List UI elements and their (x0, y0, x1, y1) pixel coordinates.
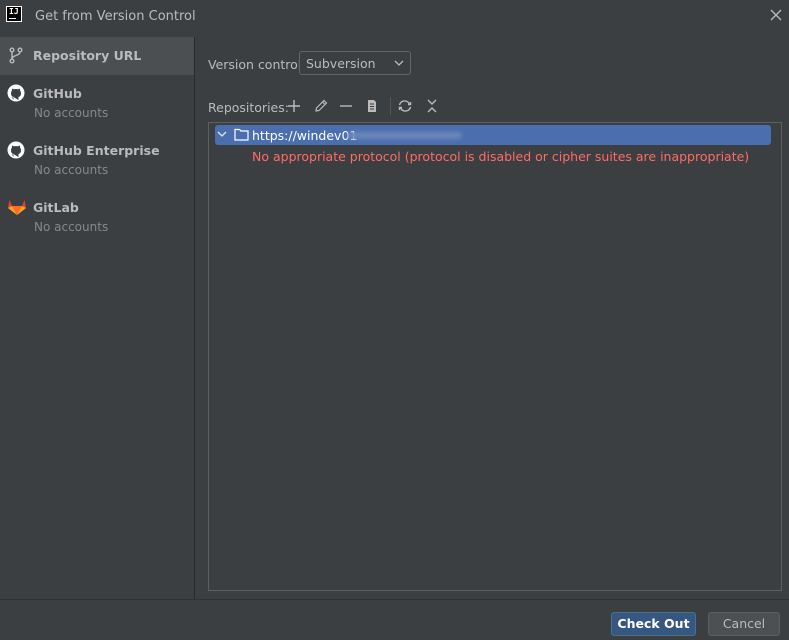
title-bar: IJ Get from Version Control (0, 0, 789, 34)
tree-row[interactable]: https://windev01 (215, 125, 771, 145)
edit-button[interactable] (312, 97, 330, 115)
check-out-button[interactable]: Check Out (611, 612, 696, 636)
folder-icon (234, 128, 249, 141)
sidebar-item-label: Repository URL (33, 48, 142, 63)
chevron-down-icon[interactable] (217, 129, 227, 139)
close-icon (770, 9, 782, 21)
gitlab-icon (7, 198, 26, 216)
refresh-icon (398, 100, 412, 112)
toolbar-separator (390, 97, 391, 115)
copy-button[interactable] (363, 97, 381, 115)
add-icon (288, 100, 300, 112)
remove-button[interactable] (337, 97, 355, 115)
sidebar-item-label: GitHub (33, 86, 82, 101)
version-control-select[interactable]: Subversion (299, 51, 411, 75)
copy-icon (368, 100, 376, 112)
sidebar-item-status: No accounts (34, 106, 109, 120)
sidebar-item-github-enterprise[interactable]: GitHub Enterprise No accounts (0, 132, 194, 189)
repository-url: https://windev01 (252, 128, 358, 143)
refresh-button[interactable] (396, 97, 414, 115)
branch-icon (7, 46, 25, 64)
sidebar-item-label: GitLab (33, 200, 79, 215)
sidebar-item-status: No accounts (34, 163, 109, 177)
sidebar-item-repository-url[interactable]: Repository URL (0, 37, 194, 75)
redacted-text (347, 132, 462, 139)
repositories-label: Repositories: (208, 100, 289, 115)
collapse-all-icon (427, 99, 437, 113)
add-button[interactable] (285, 97, 303, 115)
version-control-value: Subversion (306, 56, 376, 71)
github-icon (7, 84, 25, 102)
remove-icon (340, 105, 352, 107)
window-title: Get from Version Control (35, 9, 196, 24)
sidebar-item-gitlab[interactable]: GitLab No accounts (0, 189, 194, 246)
sidebar-item-status: No accounts (34, 220, 109, 234)
intellij-logo-icon: IJ (6, 6, 22, 22)
sidebar-item-github[interactable]: GitHub No accounts (0, 75, 194, 132)
sidebar: Repository URL GitHub No accounts GitHub… (0, 37, 195, 599)
error-message: No appropriate protocol (protocol is dis… (252, 149, 750, 164)
cancel-button[interactable]: Cancel (708, 612, 780, 636)
github-icon (7, 141, 25, 159)
repository-tree[interactable]: https://windev01 No appropriate protocol… (208, 122, 782, 591)
close-button[interactable] (767, 6, 785, 24)
version-control-label: Version control: (208, 57, 306, 72)
edit-icon (315, 99, 328, 112)
main-panel: Version control: Subversion Repositories… (196, 37, 789, 599)
collapse-all-button[interactable] (423, 97, 441, 115)
chevron-down-icon (394, 60, 404, 66)
dialog-footer: Check Out Cancel (0, 599, 789, 640)
sidebar-item-label: GitHub Enterprise (33, 143, 160, 158)
